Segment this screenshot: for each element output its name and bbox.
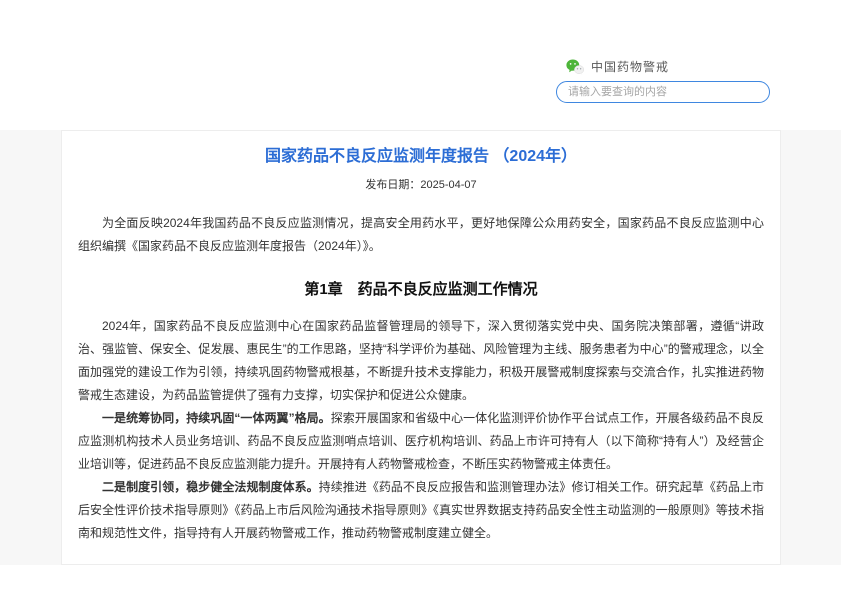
paragraph: 一是统筹协同，持续巩固“一体两翼”格局。探索开展国家和省级中心一体化监测评价协作… [78,407,764,476]
search-input[interactable] [557,82,769,102]
publish-date: 发布日期：2025-04-07 [78,176,764,192]
search-box [556,81,770,103]
page-title: 国家药品不良反应监测年度报告 （2024年） [78,147,764,167]
wechat-account-badge[interactable]: 中国药物警戒 [566,58,669,75]
paragraph: 2024年，国家药品不良反应监测中心在国家药品监督管理局的领导下，深入贯彻落实党… [78,315,764,407]
chapter-1-body: 2024年，国家药品不良反应监测中心在国家药品监督管理局的领导下，深入贯彻落实党… [78,315,764,545]
paragraph-lead: 一是统筹协同，持续巩固“一体两翼”格局。 [102,411,331,425]
intro-text: 为全面反映2024年我国药品不良反应监测情况，提高安全用药水平，更好地保障公众用… [78,216,764,253]
paragraph-text: 2024年，国家药品不良反应监测中心在国家药品监督管理局的领导下，深入贯彻落实党… [78,319,764,402]
paragraph-lead: 二是制度引领，稳步健全法规制度体系。 [102,480,319,494]
brand-label: 中国药物警戒 [591,58,669,75]
wechat-icon [566,59,584,75]
paragraph: 二是制度引领，稳步健全法规制度体系。持续推进《药品不良反应报告和监测管理办法》修… [78,476,764,545]
intro-paragraph: 为全面反映2024年我国药品不良反应监测情况，提高安全用药水平，更好地保障公众用… [78,212,764,258]
chapter-1-heading: 第1章 药品不良反应监测工作情况 [78,280,764,299]
report-article-card: 国家药品不良反应监测年度报告 （2024年） 发布日期：2025-04-07 为… [61,130,781,565]
